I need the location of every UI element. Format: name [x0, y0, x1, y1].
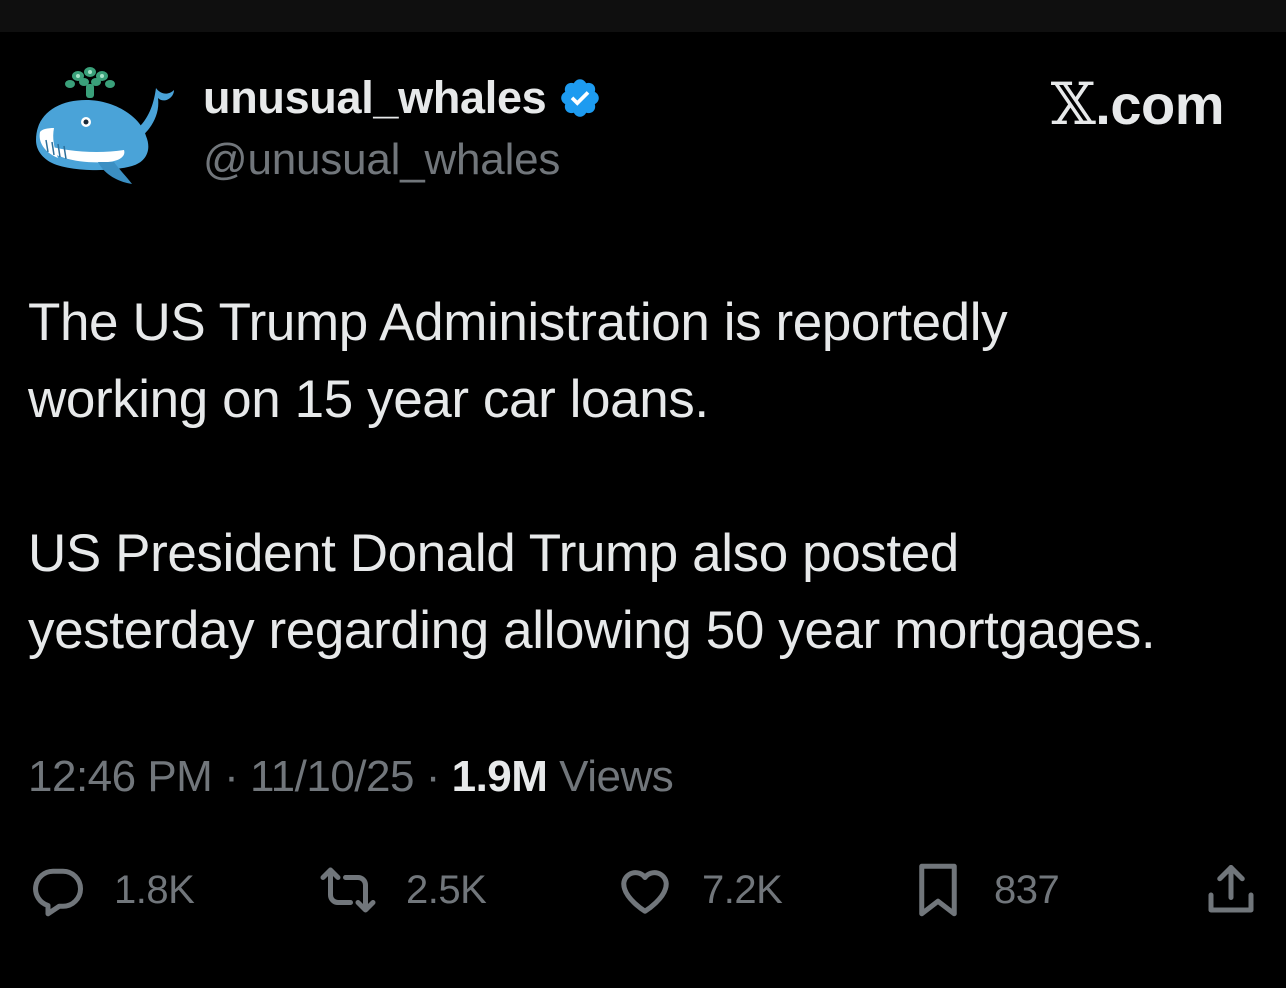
repost-count: 2.5K [406, 867, 487, 912]
tweet-date[interactable]: 11/10/25 [250, 752, 415, 801]
author-name-row[interactable]: unusual_whales [203, 70, 602, 126]
tweet-time[interactable]: 12:46 PM [28, 752, 213, 801]
bookmark-button[interactable]: 837 [908, 858, 1060, 922]
brand-suffix: .com [1095, 73, 1224, 136]
repost-icon [320, 867, 376, 913]
tweet-paragraph: US President Donald Trump also posted ye… [28, 524, 1156, 660]
bookmark-icon [919, 863, 957, 917]
views-label: Views [559, 752, 674, 801]
reply-icon [33, 868, 83, 917]
x-logo-icon: 𝕏 [1050, 70, 1096, 138]
status-bar-strip [0, 0, 1286, 32]
reply-button[interactable]: 1.8K [28, 858, 195, 922]
tweet-paragraph: The US Trump Administration is reportedl… [28, 293, 1008, 429]
like-count: 7.2K [702, 867, 783, 912]
repost-button[interactable]: 2.5K [316, 858, 487, 922]
reply-count: 1.8K [114, 867, 195, 912]
heart-icon [621, 870, 669, 914]
tweet-meta: 12:46 PM · 11/10/25 · 1.9M Views [28, 752, 674, 802]
meta-separator: · [224, 752, 239, 801]
tweet-text: The US Trump Administration is reportedl… [28, 284, 1268, 669]
action-bar: 1.8K 2.5K 7.2K 837 [0, 858, 1286, 922]
display-name[interactable]: unusual_whales [203, 72, 547, 124]
verified-badge-icon [561, 79, 600, 117]
author-handle[interactable]: @unusual_whales [203, 135, 560, 185]
bookmark-count: 837 [994, 867, 1060, 912]
views-count: 1.9M [451, 752, 548, 801]
like-button[interactable]: 7.2K [614, 858, 783, 922]
share-icon [1208, 865, 1254, 913]
whale-icon [36, 67, 174, 184]
brand-logo: 𝕏.com [1051, 70, 1225, 138]
meta-separator: · [425, 752, 441, 801]
share-button[interactable] [1200, 858, 1262, 922]
avatar[interactable] [28, 58, 176, 190]
